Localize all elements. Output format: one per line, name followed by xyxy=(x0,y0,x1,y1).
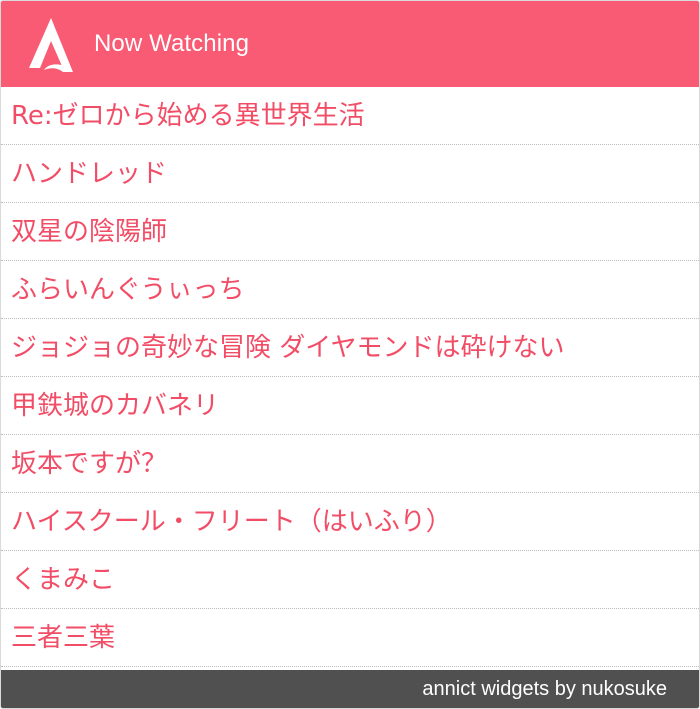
widget-header: Now Watching xyxy=(1,1,699,87)
list-item[interactable]: ハンドレッド xyxy=(1,145,699,203)
list-item[interactable]: 坂本ですが？ xyxy=(1,435,699,493)
footer-credit-link[interactable]: annict widgets by nukosuke xyxy=(422,678,667,701)
widget-footer: annict widgets by nukosuke xyxy=(1,670,699,708)
widget-title: Now Watching xyxy=(94,30,250,57)
list-item[interactable]: ハイスクール・フリート（はいふり） xyxy=(1,493,699,551)
annict-widget: Now Watching Re:ゼロから始める異世界生活 ハンドレッド 双星の陰… xyxy=(0,0,700,709)
list-item[interactable]: 三者三葉 xyxy=(1,609,699,667)
list-item[interactable]: Re:ゼロから始める異世界生活 xyxy=(1,87,699,145)
watching-list: Re:ゼロから始める異世界生活 ハンドレッド 双星の陰陽師 ふらいんぐうぃっち … xyxy=(1,87,699,667)
list-item[interactable]: ジョジョの奇妙な冒険 ダイヤモンドは砕けない xyxy=(1,319,699,377)
list-item[interactable]: くまみこ xyxy=(1,551,699,609)
list-item[interactable]: 双星の陰陽師 xyxy=(1,203,699,261)
annict-logo-icon xyxy=(29,18,73,72)
list-item[interactable]: 甲鉄城のカバネリ xyxy=(1,377,699,435)
list-item[interactable]: ふらいんぐうぃっち xyxy=(1,261,699,319)
